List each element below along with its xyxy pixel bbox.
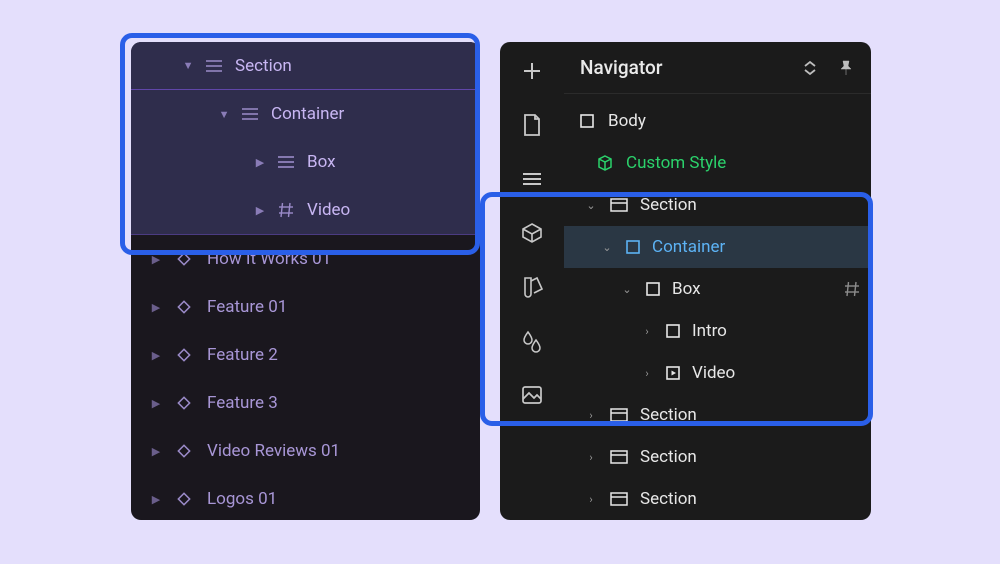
nav-row-custom-style[interactable]: Custom Style — [564, 142, 871, 184]
navigator-title: Navigator — [580, 56, 662, 79]
collapse-icon[interactable] — [799, 57, 821, 79]
layer-label: Container — [271, 104, 344, 124]
layer-row[interactable]: ▶ How It Works 01 — [131, 235, 480, 283]
nav-label: Custom Style — [626, 153, 726, 173]
package-icon — [596, 154, 614, 172]
layer-label: Feature 3 — [207, 393, 278, 413]
layer-label: Section — [235, 56, 292, 76]
chevron-right-icon[interactable]: ▶ — [151, 446, 161, 456]
droplets-icon[interactable] — [519, 328, 545, 354]
nav-row-box[interactable]: ⌄ Box — [564, 268, 871, 310]
chevron-right-icon[interactable]: › — [640, 366, 654, 380]
layer-label: Box — [307, 152, 336, 172]
layer-row[interactable]: ▶ Feature 2 — [131, 331, 480, 379]
chevron-right-icon[interactable]: ▶ — [151, 302, 161, 312]
diamond-icon — [175, 490, 193, 508]
nav-row-section[interactable]: ⌄ Section — [564, 184, 871, 226]
nav-label: Section — [640, 195, 697, 215]
layer-row-section[interactable]: ▼ Section — [131, 42, 480, 90]
layer-label: Logos 01 — [207, 489, 277, 509]
layer-row-container[interactable]: ▼ Container — [131, 90, 480, 138]
chevron-right-icon[interactable]: › — [584, 492, 598, 506]
nav-label: Section — [640, 489, 697, 509]
hash-icon — [277, 201, 295, 219]
chevron-right-icon[interactable]: ▶ — [151, 398, 161, 408]
nav-row-body[interactable]: Body — [564, 100, 871, 142]
layer-row[interactable]: ▶ Video Reviews 01 — [131, 427, 480, 475]
box-icon — [664, 322, 682, 340]
nav-label: Video — [692, 363, 735, 383]
chevron-down-icon[interactable]: ⌄ — [600, 240, 614, 254]
nav-label: Body — [608, 111, 646, 131]
swatches-icon[interactable] — [519, 274, 545, 300]
diamond-icon — [175, 442, 193, 460]
chevron-down-icon[interactable]: ▼ — [219, 109, 229, 119]
layer-row-video[interactable]: ▶ Video — [131, 186, 480, 234]
nav-row-container[interactable]: ⌄ Container — [564, 226, 871, 268]
lines-icon — [277, 153, 295, 171]
page-icon[interactable] — [519, 112, 545, 138]
layer-label: How It Works 01 — [207, 249, 331, 269]
lines-icon — [241, 105, 259, 123]
chevron-down-icon[interactable]: ⌄ — [584, 198, 598, 212]
pin-icon[interactable] — [835, 57, 857, 79]
legacy-highlighted-group: ▼ Section ▼ Container ▶ Box ▶ Video — [131, 42, 480, 235]
cube-icon[interactable] — [519, 220, 545, 246]
legacy-layers-rest: ▶How It Works 01 ▶Feature 01 ▶Feature 2 … — [131, 235, 480, 520]
nav-label: Container — [652, 237, 725, 257]
section-icon — [610, 196, 628, 214]
navigator-panel-with-rail: Navigator Body Custom Style ⌄ Section ⌄ — [500, 42, 871, 520]
play-icon — [664, 364, 682, 382]
section-icon — [610, 406, 628, 424]
layer-label: Feature 2 — [207, 345, 278, 365]
chevron-right-icon[interactable]: ▶ — [151, 494, 161, 504]
diamond-icon — [175, 394, 193, 412]
layer-row-box[interactable]: ▶ Box — [131, 138, 480, 186]
nav-row-intro[interactable]: › Intro — [564, 310, 871, 352]
navigator-tree: Body Custom Style ⌄ Section ⌄ Container … — [564, 94, 871, 520]
layer-row[interactable]: ▶ Feature 01 — [131, 283, 480, 331]
nav-label: Intro — [692, 321, 727, 341]
grid-icon[interactable] — [843, 280, 861, 298]
section-icon — [610, 490, 628, 508]
add-icon[interactable] — [519, 58, 545, 84]
nav-label: Section — [640, 405, 697, 425]
chevron-right-icon[interactable]: › — [640, 324, 654, 338]
layer-row[interactable]: ▶ Feature 3 — [131, 379, 480, 427]
diamond-icon — [175, 346, 193, 364]
box-icon — [644, 280, 662, 298]
nav-label: Box — [672, 279, 701, 299]
box-icon — [624, 238, 642, 256]
layer-label: Feature 01 — [207, 297, 287, 317]
chevron-right-icon[interactable]: › — [584, 408, 598, 422]
navigator-header: Navigator — [564, 42, 871, 94]
diamond-icon — [175, 298, 193, 316]
box-icon — [578, 112, 596, 130]
nav-label: Section — [640, 447, 697, 467]
chevron-down-icon[interactable]: ⌄ — [620, 282, 634, 296]
chevron-right-icon[interactable]: ▶ — [255, 157, 265, 167]
layer-label: Video Reviews 01 — [207, 441, 340, 461]
chevron-right-icon[interactable]: ▶ — [255, 205, 265, 215]
section-icon — [610, 448, 628, 466]
navigator-panel: Navigator Body Custom Style ⌄ Section ⌄ — [564, 42, 871, 520]
chevron-down-icon[interactable]: ▼ — [183, 61, 193, 71]
diamond-icon — [175, 250, 193, 268]
nav-row-video[interactable]: › Video — [564, 352, 871, 394]
nav-row-section[interactable]: › Section — [564, 394, 871, 436]
nav-row-section[interactable]: › Section — [564, 478, 871, 520]
layer-row[interactable]: ▶ Logos 01 — [131, 475, 480, 520]
chevron-right-icon[interactable]: › — [584, 450, 598, 464]
left-tool-rail — [500, 42, 564, 520]
menu-icon[interactable] — [519, 166, 545, 192]
chevron-right-icon[interactable]: ▶ — [151, 254, 161, 264]
layer-label: Video — [307, 200, 350, 220]
chevron-right-icon[interactable]: ▶ — [151, 350, 161, 360]
image-icon[interactable] — [519, 382, 545, 408]
lines-icon — [205, 57, 223, 75]
nav-row-section[interactable]: › Section — [564, 436, 871, 478]
legacy-layers-panel: ▼ Section ▼ Container ▶ Box ▶ Video — [131, 42, 480, 520]
